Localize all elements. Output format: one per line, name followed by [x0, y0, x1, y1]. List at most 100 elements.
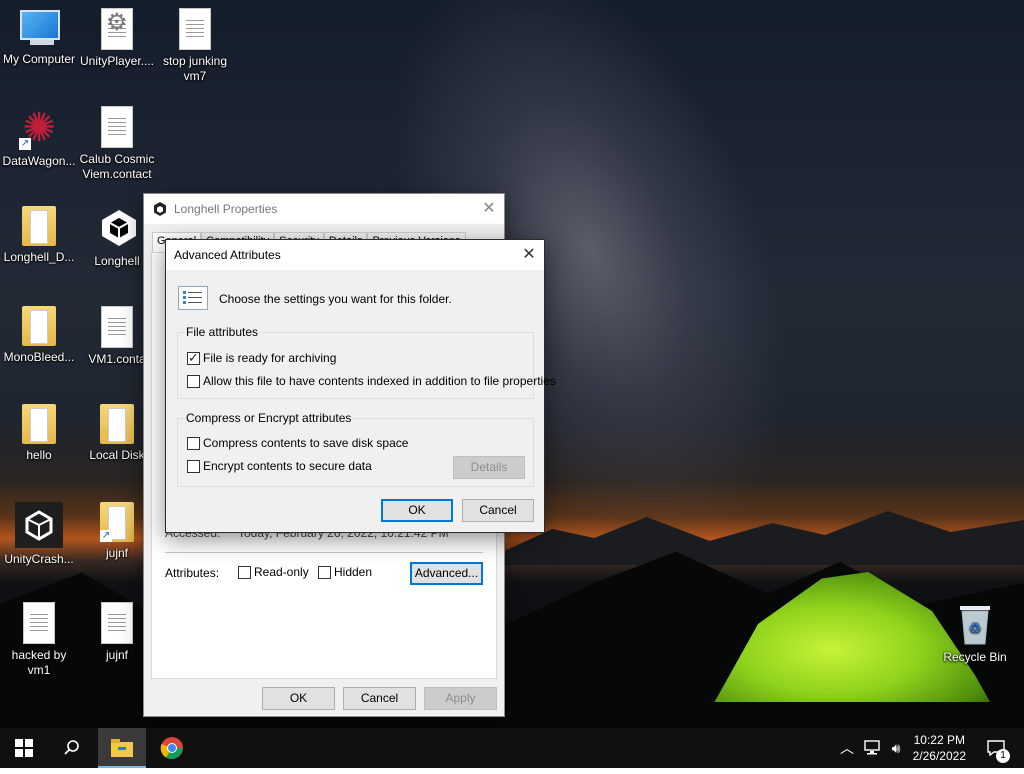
settings-file-icon: [101, 8, 133, 50]
archive-checkbox[interactable]: [187, 350, 200, 366]
desktop-icon-calub-contact[interactable]: Calub Cosmic Viem.contact: [78, 106, 156, 182]
desktop-icon-datawagon[interactable]: ✺ ↗ DataWagon...: [0, 106, 78, 169]
close-icon[interactable]: ✕: [474, 194, 504, 224]
dialog-titlebar[interactable]: Advanced Attributes ✕: [166, 240, 544, 270]
chevron-up-icon[interactable]: ︿: [836, 728, 858, 768]
text-document-icon: [23, 602, 55, 644]
chrome-taskbar-button[interactable]: [148, 728, 196, 768]
dialog-title: Advanced Attributes: [174, 248, 281, 262]
datawagon-logo-icon: ✺ ↗: [19, 106, 56, 150]
desktop-icon-label: Calub Cosmic Viem.contact: [79, 152, 155, 181]
desktop-icon-longhell-data-folder[interactable]: Longhell_D...: [0, 206, 78, 265]
index-checkbox[interactable]: [187, 375, 200, 389]
network-icon[interactable]: [860, 728, 884, 768]
desktop-icon-unitycrash[interactable]: UnityCrash...: [0, 502, 78, 567]
archive-label: File is ready for archiving: [203, 351, 337, 365]
text-document-icon: [179, 8, 211, 50]
cancel-button[interactable]: Cancel: [462, 499, 534, 522]
notification-center-button[interactable]: 1: [976, 728, 1016, 768]
clock[interactable]: 10:22 PM 2/26/2022: [913, 732, 966, 764]
desktop-icon-label: My Computer: [2, 52, 76, 66]
encrypt-label: Encrypt contents to secure data: [203, 459, 372, 473]
index-label: Allow this file to have contents indexed…: [203, 374, 556, 388]
volume-icon[interactable]: 🔊︎: [884, 728, 908, 768]
unity-icon: [15, 502, 63, 548]
readonly-checkbox[interactable]: [238, 566, 251, 580]
file-attributes-label: File attributes: [185, 325, 260, 339]
start-button[interactable]: [0, 728, 48, 768]
unity-icon: [97, 206, 137, 250]
folder-icon: [22, 206, 56, 246]
folder-icon: [22, 404, 56, 444]
window-title: Longhell Properties: [174, 202, 278, 216]
encrypt-checkbox-row[interactable]: Encrypt contents to secure data: [187, 459, 372, 474]
desktop-icon-label: Longhell_D...: [3, 250, 75, 264]
computer-icon: [18, 8, 60, 48]
contact-file-icon: [101, 306, 133, 348]
desktop-icon-hacked-by-vm1[interactable]: hacked by vm1: [0, 602, 78, 678]
search-icon: [63, 740, 81, 761]
chrome-icon: [160, 737, 184, 764]
shortcut-arrow-icon: ↗: [19, 138, 31, 150]
desktop-icon-monobleed-folder[interactable]: MonoBleed...: [0, 306, 78, 365]
shortcut-arrow-icon: ↗: [100, 530, 112, 542]
desktop-icon-label: jujnf: [105, 546, 128, 560]
readonly-label: Read-only: [254, 565, 309, 579]
compress-label: Compress contents to save disk space: [203, 436, 409, 450]
advanced-attributes-dialog: Advanced Attributes ✕ Choose the setting…: [165, 239, 556, 533]
search-button[interactable]: [48, 728, 96, 768]
compress-checkbox-row[interactable]: Compress contents to save disk space: [187, 436, 409, 451]
desktop-icon-label: stop junking vm7: [162, 54, 228, 83]
details-button[interactable]: Details: [453, 456, 525, 479]
desktop-icon-stop-junking[interactable]: stop junking vm7: [156, 8, 234, 84]
advanced-button[interactable]: Advanced...: [410, 562, 483, 585]
desktop-icon-label: UnityPlayer....: [79, 54, 155, 68]
folder-icon: [100, 404, 134, 444]
cancel-button[interactable]: Cancel: [343, 687, 416, 710]
desktop-icon-hello-folder[interactable]: hello: [0, 404, 78, 463]
index-checkbox-row[interactable]: Allow this file to have contents indexed…: [187, 374, 556, 389]
desktop-icon-label: UnityCrash...: [4, 552, 74, 566]
readonly-checkbox-row[interactable]: Read-only: [238, 565, 309, 580]
clock-time: 10:22 PM: [913, 733, 965, 747]
desktop-icon-label: Longhell: [94, 254, 140, 268]
properties-titlebar[interactable]: Longhell Properties ✕: [144, 194, 504, 224]
svg-text:♻: ♻: [969, 620, 982, 636]
close-icon[interactable]: ✕: [514, 240, 544, 270]
apply-button[interactable]: Apply: [424, 687, 497, 710]
compress-encrypt-label: Compress or Encrypt attributes: [185, 411, 353, 425]
hidden-checkbox[interactable]: [318, 566, 331, 580]
desktop-icon-label: Local Disk: [89, 448, 145, 462]
clock-date: 2/26/2022: [912, 749, 966, 763]
hidden-label: Hidden: [334, 565, 373, 579]
folder-shortcut-icon: ↗: [100, 502, 134, 542]
desktop-icon-label: jujnf: [105, 648, 128, 662]
archive-checkbox-row[interactable]: File is ready for archiving: [187, 350, 337, 366]
desktop-icon-my-computer[interactable]: My Computer: [0, 8, 78, 67]
dialog-intro-text: Choose the settings you want for this fo…: [219, 292, 452, 306]
compress-checkbox[interactable]: [187, 437, 200, 451]
folder-icon: [22, 306, 56, 346]
windows-logo-icon: [15, 739, 33, 761]
contact-file-icon: [101, 106, 133, 148]
file-explorer-taskbar-button[interactable]: [98, 728, 146, 768]
desktop-icon-label: MonoBleed...: [3, 350, 75, 364]
hidden-checkbox-row[interactable]: Hidden: [318, 565, 373, 580]
desktop-icon-label: VM1.conta: [88, 352, 146, 366]
file-attributes-group: [177, 332, 534, 399]
unity-icon: [152, 201, 168, 217]
desktop-icon-unityplayer[interactable]: UnityPlayer....: [78, 8, 156, 69]
taskbar: ︿ 🔊︎ 10:22 PM 2/26/2022 1: [0, 728, 1024, 768]
desktop-icon-label: hacked by vm1: [11, 648, 67, 677]
attributes-label: Attributes:: [165, 566, 220, 580]
ok-button[interactable]: OK: [262, 687, 335, 710]
text-document-icon: [101, 602, 133, 644]
ok-button[interactable]: OK: [381, 499, 453, 522]
notification-badge: 1: [996, 749, 1010, 763]
file-explorer-icon: [110, 739, 134, 762]
divider: [165, 552, 483, 553]
desktop-icon-label: hello: [26, 448, 52, 462]
encrypt-checkbox[interactable]: [187, 460, 200, 474]
recycle-bin-icon: ♻: [955, 602, 995, 646]
desktop-icon-recycle-bin[interactable]: ♻ Recycle Bin: [936, 602, 1014, 665]
